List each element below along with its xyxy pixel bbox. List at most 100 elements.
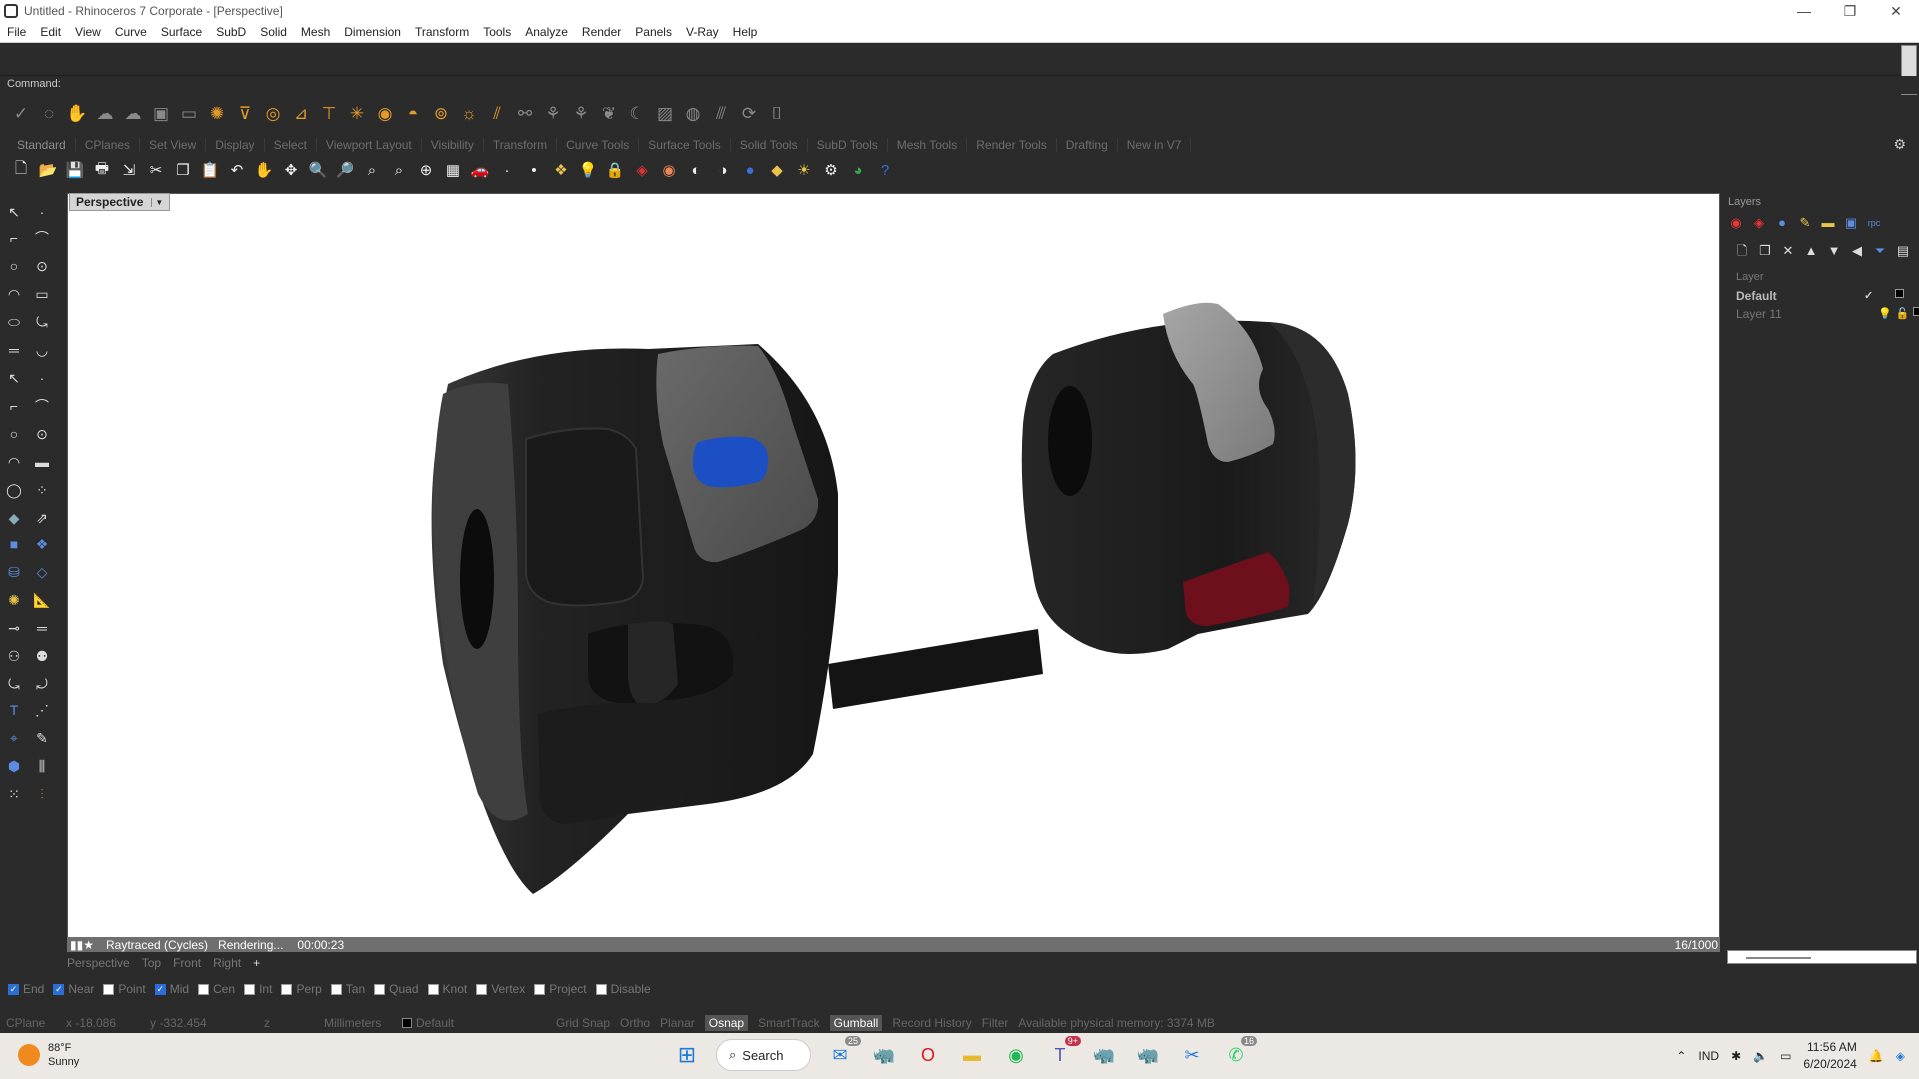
render-controls-icon[interactable]: ▮▮★ [70, 938, 98, 952]
grid-dots-icon[interactable]: ⁙ [4, 784, 24, 804]
menu-mesh[interactable]: Mesh [301, 25, 330, 39]
grid-sun-icon[interactable]: ✺ [206, 103, 228, 125]
bracket-icon[interactable]: ⌷ [766, 103, 788, 125]
surface-tool-icon[interactable]: ◆ [4, 508, 24, 528]
display-icon[interactable]: ▣ [1843, 215, 1859, 231]
rpc-icon[interactable]: rpc [1866, 215, 1882, 231]
polyline-icon[interactable]: ⌐ [4, 228, 24, 248]
split-icon[interactable]: ═ [32, 618, 52, 638]
render-preview-icon[interactable]: ◑ [712, 159, 734, 181]
tab-new-in-v7[interactable]: New in V7 [1118, 138, 1192, 152]
sun-light-icon[interactable]: ☼ [458, 103, 480, 125]
minimize-button[interactable]: — [1781, 0, 1827, 22]
copilot-icon[interactable]: ◈ [1896, 1049, 1905, 1063]
circle-center-edit-icon[interactable]: ⊙ [32, 424, 52, 444]
menu-subd[interactable]: SubD [216, 25, 246, 39]
options-icon[interactable]: ⚙ [820, 159, 842, 181]
opera-icon[interactable]: O [913, 1040, 943, 1070]
whatsapp-icon[interactable]: ✆ 16 [1221, 1036, 1257, 1070]
perspective-viewport[interactable] [67, 193, 1720, 938]
record-history-toggle[interactable]: Record History [892, 1016, 971, 1030]
clock[interactable]: 11:56 AM 6/20/2024 [1803, 1039, 1856, 1073]
viewport-menu-icon[interactable]: ▼ [151, 197, 163, 207]
tab-curve-tools[interactable]: Curve Tools [557, 138, 640, 152]
menu-edit[interactable]: Edit [40, 25, 61, 39]
mail-app-icon[interactable]: ✉ 25 [825, 1036, 861, 1070]
ellipse-edit-icon[interactable]: ◯ [4, 480, 24, 500]
trim-icon[interactable]: ⊸ [4, 618, 24, 638]
rhino-window-icon[interactable]: 🦏 [1089, 1040, 1119, 1070]
ortho-toggle[interactable]: Ortho [620, 1016, 650, 1030]
lightbulb-visibility-icon[interactable]: 💡 [1878, 307, 1892, 320]
undo-icon[interactable]: ↶ [226, 159, 248, 181]
viewport-tab-front[interactable]: Front [173, 956, 201, 970]
nodes-icon[interactable]: ⁘ [32, 480, 52, 500]
move-out-icon[interactable]: ◀ [1849, 243, 1865, 259]
smarttrack-toggle[interactable]: SmartTrack [758, 1016, 820, 1030]
battery-icon[interactable]: ▭ [1780, 1049, 1791, 1063]
tab-subd-tools[interactable]: SubD Tools [808, 138, 888, 152]
food4rhino-icon[interactable]: ◕ [847, 159, 869, 181]
bluetooth-icon[interactable]: ✱ [1731, 1049, 1741, 1063]
arc-edit-icon[interactable]: ◡ [32, 340, 52, 360]
lasso-icon[interactable]: ◌ [38, 103, 60, 125]
notification-bell-icon[interactable]: 🔔 [1869, 1049, 1884, 1063]
osnap-mid[interactable]: ✓ Mid [154, 982, 189, 996]
mesh-tool-icon[interactable]: ◇ [32, 562, 52, 582]
drafting-tool-icon[interactable]: 📐 [32, 590, 52, 610]
taskbar-search[interactable]: ⌕ Search [716, 1039, 811, 1071]
import-icon[interactable]: ⇲ [118, 159, 140, 181]
osnap-perp[interactable]: Perp [281, 982, 322, 996]
zoom-extents-icon[interactable]: ⌕ [361, 159, 383, 181]
spotify-icon[interactable]: ◉ [1001, 1040, 1031, 1070]
layer-tools-icon[interactable]: ▤ [1895, 243, 1911, 259]
shade-icon[interactable]: ◐ [685, 159, 707, 181]
arc-edit2-icon[interactable]: ◠ [4, 452, 24, 472]
layer-color-swatch[interactable] [1895, 289, 1905, 298]
help-icon[interactable]: ? [874, 159, 896, 181]
layer-row-default[interactable]: Default ✓ [1736, 289, 1916, 303]
rhino-window2-icon[interactable]: 🦏 [1133, 1040, 1163, 1070]
tray-chevron-icon[interactable]: ⌃ [1676, 1049, 1686, 1063]
menu-render[interactable]: Render [582, 25, 621, 39]
menu-tools[interactable]: Tools [483, 25, 511, 39]
render-tool-icon[interactable]: ✺ [4, 590, 24, 610]
add-viewport-button[interactable]: + [253, 956, 260, 970]
folder-icon[interactable]: ▬ [1820, 215, 1836, 231]
point-tool-icon[interactable]: · [32, 202, 52, 222]
osnap-disable[interactable]: Disable [595, 982, 651, 996]
leaf-icon[interactable]: ❦ [598, 103, 620, 125]
gumball-icon[interactable]: ⌖ [4, 728, 24, 748]
render-sphere-icon[interactable]: ● [739, 159, 761, 181]
car-icon[interactable]: 🚗 [469, 159, 491, 181]
zoom-icon[interactable]: 🔍 [307, 159, 329, 181]
checkbox-icon[interactable] [103, 983, 115, 995]
new-file-icon[interactable]: 🗋 [10, 159, 32, 181]
osnap-quad[interactable]: Quad [374, 982, 419, 996]
frame-icon[interactable]: ▭ [178, 103, 200, 125]
ring-icon[interactable]: ◉ [374, 103, 396, 125]
filter-icon[interactable]: ⏷ [1872, 243, 1888, 259]
sun-icon[interactable]: ☀ [793, 159, 815, 181]
osnap-near[interactable]: ✓ Near [53, 982, 94, 996]
units-label[interactable]: Millimeters [324, 1016, 402, 1030]
layer-color-swatch[interactable] [1913, 307, 1919, 316]
zoom-window-icon[interactable]: 🔎 [334, 159, 356, 181]
ungroup-icon[interactable]: ⚉ [32, 646, 52, 666]
windows-start-icon[interactable]: ⊞ [672, 1040, 702, 1070]
materials-icon[interactable]: ◈ [1751, 215, 1767, 231]
new-sublayer-icon[interactable]: ❐ [1757, 243, 1773, 259]
tab-transform[interactable]: Transform [484, 138, 558, 152]
open-folder-icon[interactable]: 📂 [37, 159, 59, 181]
layers-color-icon[interactable]: ◉ [1728, 215, 1744, 231]
command-line[interactable]: Command: [0, 76, 1919, 94]
menu-transform[interactable]: Transform [415, 25, 469, 39]
menu-panels[interactable]: Panels [635, 25, 672, 39]
grid-snap-toggle[interactable]: Grid Snap [556, 1016, 610, 1030]
close-button[interactable]: ✕ [1873, 0, 1919, 22]
osnap-end[interactable]: ✓ End [8, 982, 44, 996]
dome-icon[interactable]: ◓ [402, 103, 424, 125]
point-alt-icon[interactable]: • [523, 159, 545, 181]
tab-render-tools[interactable]: Render Tools [967, 138, 1057, 152]
moon-icon[interactable]: ☾ [626, 103, 648, 125]
